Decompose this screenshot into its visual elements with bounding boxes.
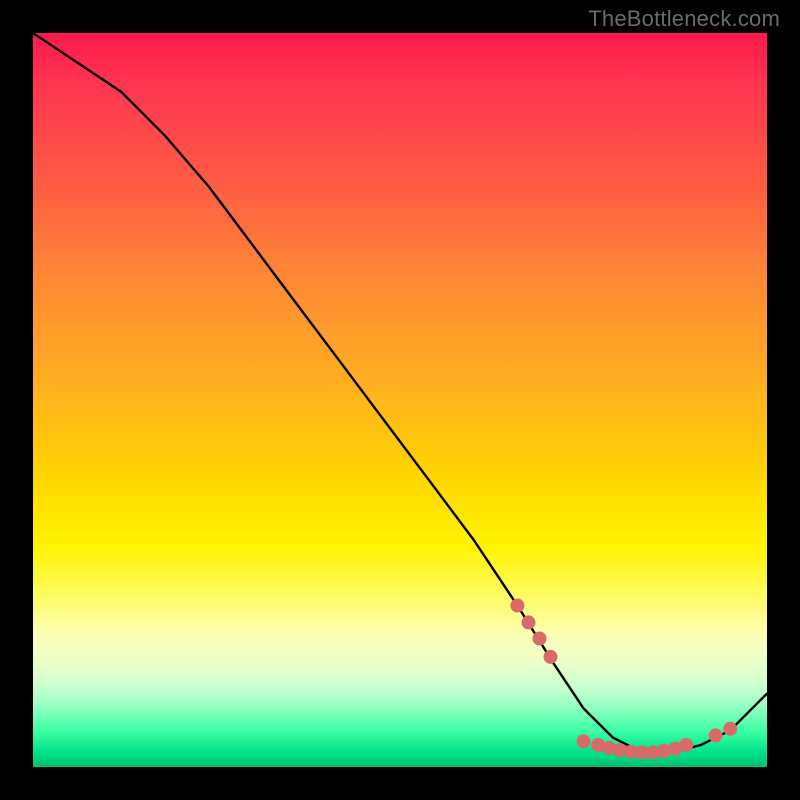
curve-marker [577,734,591,748]
curve-marker [522,615,536,629]
curve-marker [510,599,524,613]
curve-marker [709,728,723,742]
curve-marker [544,650,558,664]
watermark-text: TheBottleneck.com [588,6,780,32]
chart-frame: TheBottleneck.com [0,0,800,800]
curve-marker [679,738,693,752]
plot-area [33,33,767,767]
curve-marker [723,722,737,736]
curve-svg [33,33,767,767]
curve-marker [533,632,547,646]
bottleneck-curve [33,33,767,752]
curve-markers [510,599,737,760]
